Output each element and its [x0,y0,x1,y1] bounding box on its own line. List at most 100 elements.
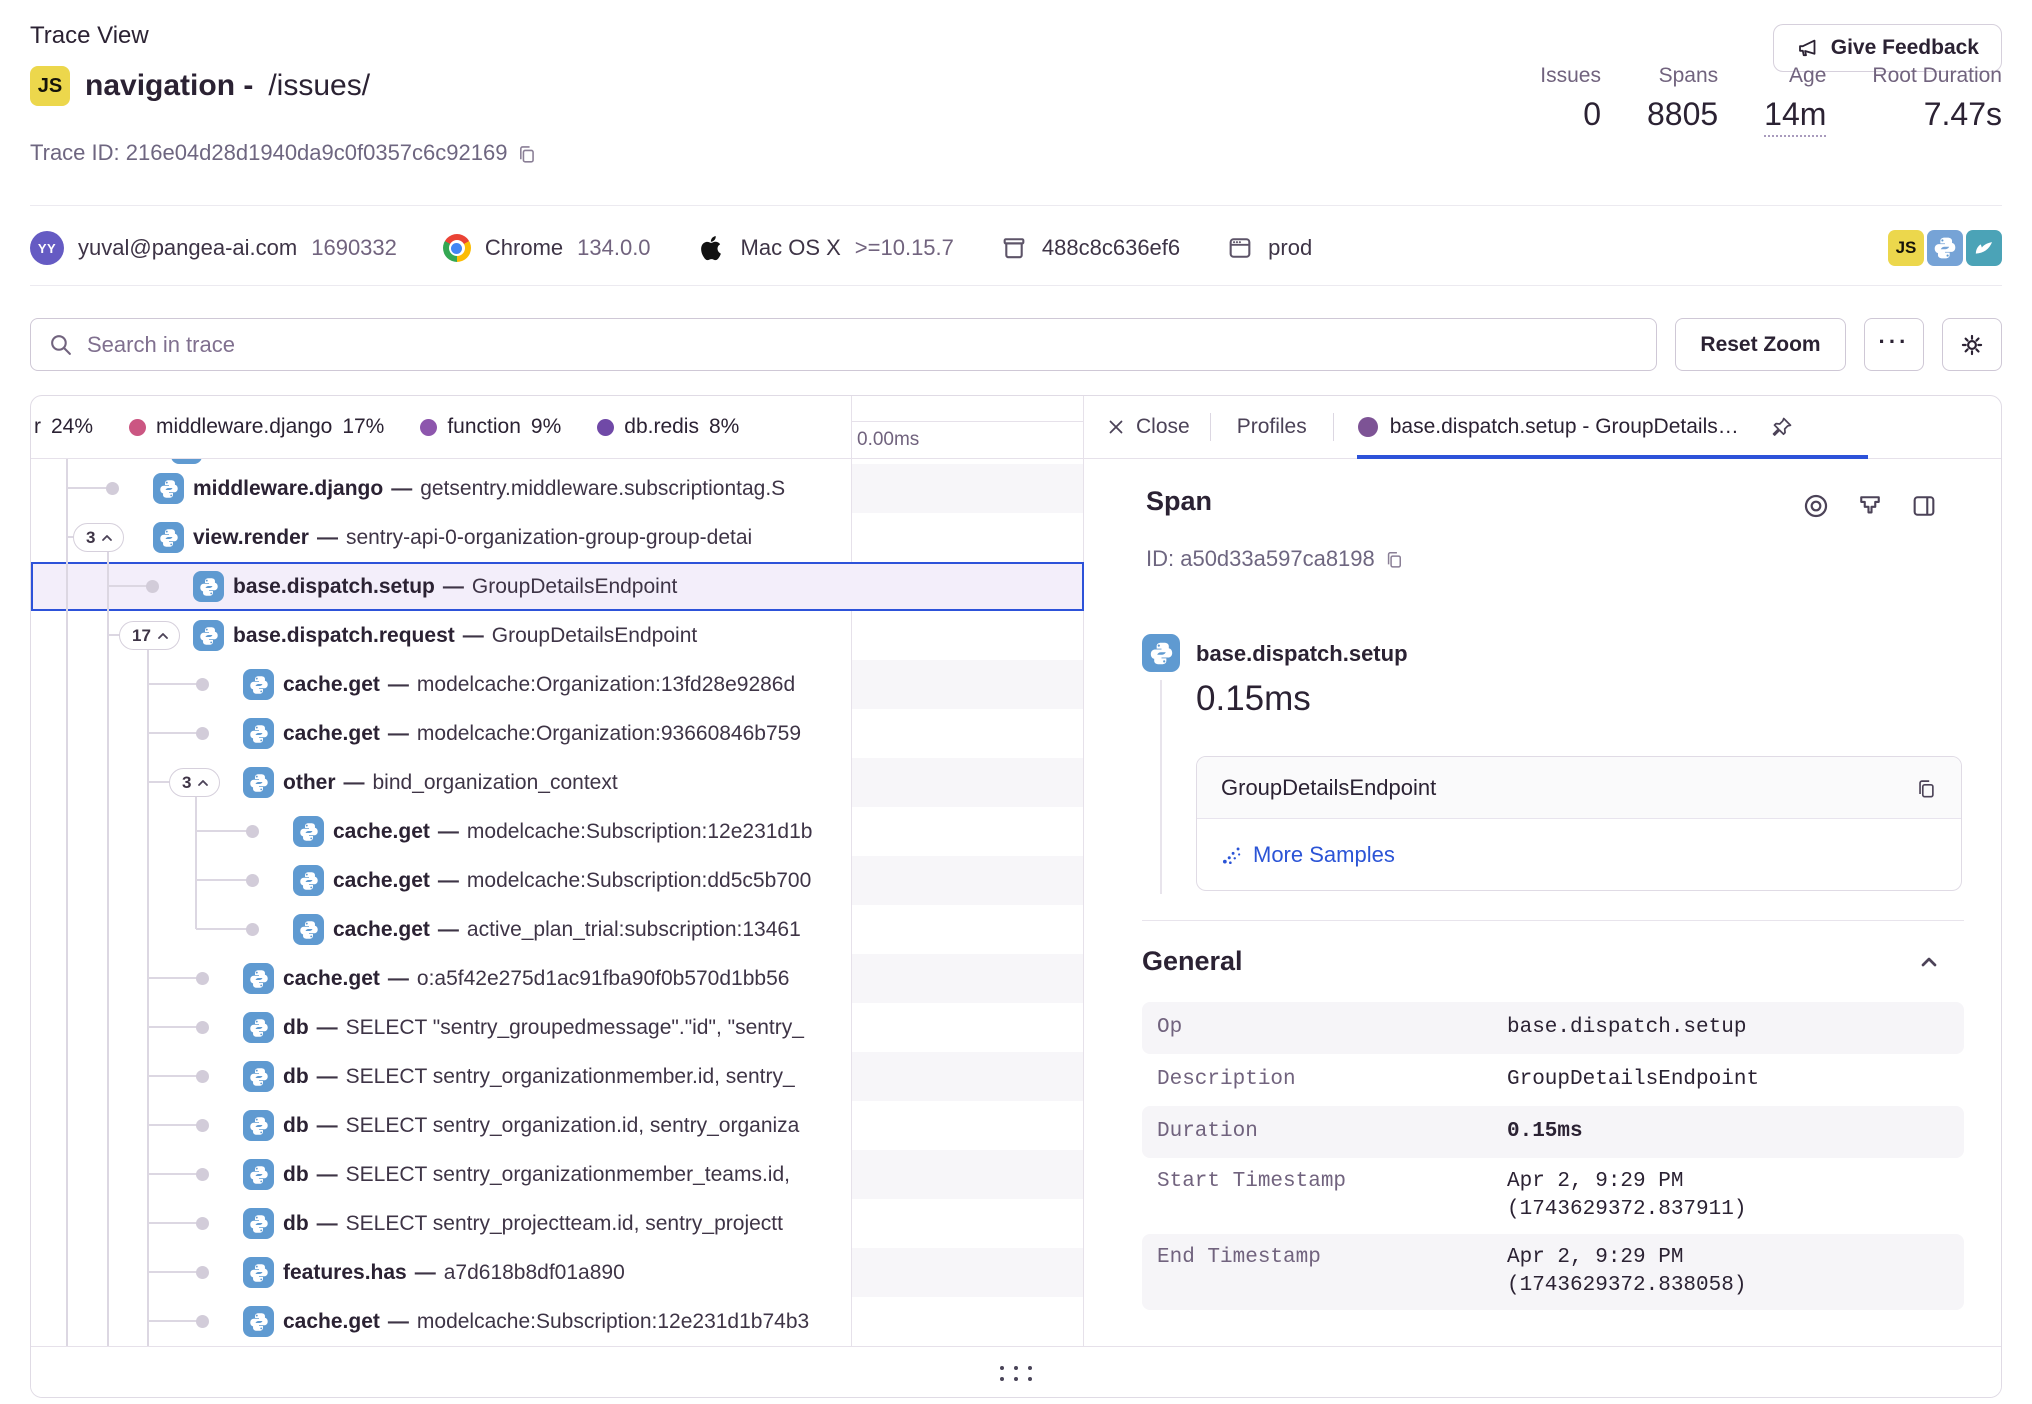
user-email: yuval@pangea-ai.com [78,235,297,261]
legend-pct: 24% [51,415,93,439]
legend-item-db-redis[interactable]: db.redis 8% [597,415,739,439]
python-icon [243,1257,274,1288]
close-detail-button[interactable]: Close [1106,415,1190,439]
span-row-cache-get[interactable]: cache.get—active_plan_trial:subscription… [31,905,851,954]
span-row-view-render[interactable]: 3 view.render—sentry-api-0-organization-… [31,513,851,562]
copy-endpoint-icon[interactable] [1915,777,1937,799]
trace-meta-row: YY yuval@pangea-ai.com 1690332 Chrome 13… [30,222,2002,274]
python-icon [243,1012,274,1043]
stat-label: Spans [1647,64,1718,88]
legend-label: middleware.django [156,415,332,439]
row-key: Start Timestamp [1142,1168,1507,1224]
span-tree: r 24% middleware.django 17% function 9% … [31,396,851,1346]
megaphone-icon [1796,36,1820,60]
pin-tab-icon[interactable] [1769,414,1795,440]
span-row-cache-get[interactable]: cache.get—o:a5f42e275d1ac91fba90f0b570d1… [31,954,851,1003]
span-row-base-dispatch-request[interactable]: 17 base.dispatch.request—GroupDetailsEnd… [31,611,851,660]
search-input[interactable] [30,318,1657,371]
more-samples-link[interactable]: More Samples [1221,842,1395,868]
span-row-cache-get[interactable]: cache.get—modelcache:Subscription:12e231… [31,807,851,856]
span-row-cache-get[interactable]: cache.get—modelcache:Subscription:12e231… [31,1297,851,1346]
trace-stats: Issues 0 Spans 8805 Age 14m Root Duratio… [1540,64,2002,137]
browser-name: Chrome [485,235,563,261]
trace-title: JS navigation - /issues/ [30,66,370,106]
tab-span-label: base.dispatch.setup - GroupDetails… [1390,415,1739,439]
search-icon [48,332,73,357]
python-icon [153,522,184,553]
legend-item-function[interactable]: function 9% [420,415,561,439]
browser-version: 134.0.0 [577,235,650,261]
python-icon [293,816,324,847]
collapse-general-icon[interactable] [1920,956,1938,968]
legend-label: function [447,415,521,439]
span-row-middleware-django[interactable]: middleware.django—getsentry.middleware.s… [31,464,851,513]
table-row: Op base.dispatch.setup [1142,1002,1964,1054]
row-value: GroupDetailsEndpoint [1507,1054,1964,1106]
span-row-db[interactable]: db—SELECT sentry_projectteam.id, sentry_… [31,1199,851,1248]
general-section-title: General [1142,946,1243,977]
connector-line [1160,680,1162,894]
expand-chip[interactable]: 17 [119,621,180,650]
stat-age: Age 14m [1764,64,1826,137]
divider [30,205,2002,206]
span-row-features-has[interactable]: features.has—a7d618b8df01a890 [31,1248,851,1297]
expand-chip[interactable]: 3 [169,768,220,797]
ops-breakdown-legend: r 24% middleware.django 17% function 9% … [31,396,851,459]
copy-trace-id-icon[interactable] [516,143,537,164]
general-table: Op base.dispatch.setup Description Group… [1142,1002,1964,1310]
stat-label: Age [1764,64,1826,88]
python-icon [293,914,324,945]
trace-id-text: Trace ID: 216e04d28d1940da9c0f0357c6c921… [30,140,507,166]
span-row-other[interactable]: 3 other—bind_organization_context [31,758,851,807]
layout-columns-icon[interactable] [1910,492,1938,520]
table-row: Description GroupDetailsEndpoint [1142,1054,1964,1106]
trace-toolbar: Reset Zoom ··· [30,318,2002,371]
user-id: 1690332 [311,235,397,261]
span-row-db[interactable]: db—SELECT "sentry_groupedmessage"."id", … [31,1003,851,1052]
expand-chip[interactable]: 3 [73,523,124,552]
divider [30,285,2002,286]
focus-span-icon[interactable] [1802,492,1830,520]
row-value: 0.15ms [1507,1106,1964,1158]
gear-icon [1959,332,1985,358]
python-icon [243,963,274,994]
trace-title-path: /issues/ [268,69,370,103]
span-section-title: Span [1146,486,1212,517]
resize-handle-bar[interactable] [31,1346,2001,1398]
span-row-cache-get[interactable]: cache.get—modelcache:Organization:936608… [31,709,851,758]
legend-item-clipped[interactable]: r 24% [34,415,93,439]
apple-icon [697,233,727,263]
span-row-base-dispatch-setup-selected[interactable]: base.dispatch.setup—GroupDetailsEndpoint [31,562,851,611]
javascript-platform-icon: JS [30,66,70,106]
python-icon [243,1208,274,1239]
reset-zoom-button[interactable]: Reset Zoom [1675,318,1846,371]
divider [1210,413,1211,441]
legend-pct: 9% [531,415,561,439]
settings-button[interactable] [1942,318,2002,371]
span-row-db[interactable]: db—SELECT sentry_organizationmember.id, … [31,1052,851,1101]
legend-item-middleware-django[interactable]: middleware.django 17% [129,415,384,439]
tab-profiles[interactable]: Profiles [1231,415,1313,439]
timeline-ruler: 0.00ms [852,422,1083,459]
span-id-text: ID: a50d33a597ca8198 [1146,546,1375,572]
python-icon [243,1306,274,1337]
span-row-db[interactable]: db—SELECT sentry_organizationmember_team… [31,1150,851,1199]
span-row-cache-get[interactable]: cache.get—modelcache:Subscription:dd5c5b… [31,856,851,905]
copy-span-id-icon[interactable] [1384,549,1404,569]
span-row-db[interactable]: db—SELECT sentry_organization.id, sentry… [31,1101,851,1150]
close-icon [1106,417,1126,437]
os-version: >=10.15.7 [855,235,954,261]
span-op-name: base.dispatch.setup [1196,641,1408,667]
stat-value: 0 [1540,96,1601,133]
user-avatar: YY [30,231,64,265]
trace-view-panel: 0.00ms r 24% middleware.django 17% funct… [30,395,2002,1398]
python-icon [293,865,324,896]
trace-title-main: navigation - [85,69,253,103]
more-options-button[interactable]: ··· [1864,318,1924,371]
span-row-cache-get[interactable]: cache.get—modelcache:Organization:13fd28… [31,660,851,709]
falcon-platform-icon [1966,230,2002,266]
row-key: Description [1142,1054,1507,1106]
filter-icon[interactable] [1856,492,1884,520]
tab-span-details[interactable]: base.dispatch.setup - GroupDetails… [1354,415,1743,439]
ellipsis-icon: ··· [1879,329,1910,355]
